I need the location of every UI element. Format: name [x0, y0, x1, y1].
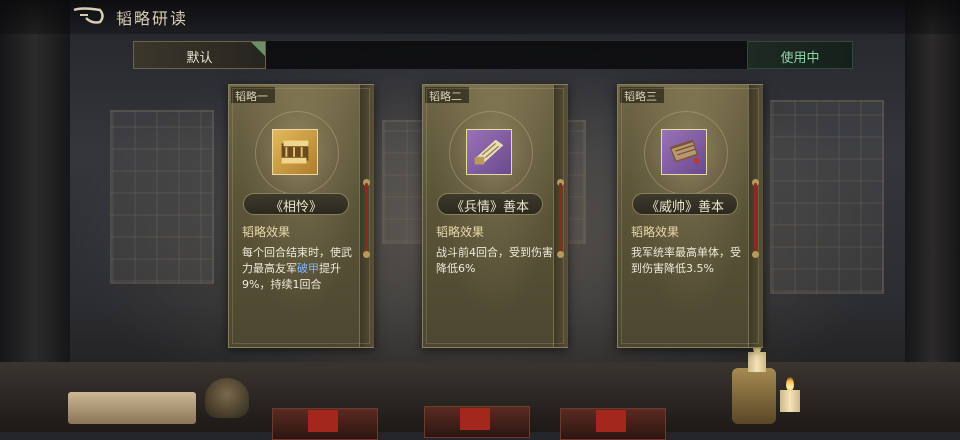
effect-text: 每个回合结束时，使武力最高友军破甲提升9%，持续1回合: [242, 245, 360, 293]
effect-title: 韬略效果: [436, 225, 485, 239]
effect-text: 战斗前4回合，受到伤害降低6%: [436, 246, 553, 275]
card-name: 《威帅》善本: [645, 200, 724, 215]
card-name: 《兵情》善本: [450, 200, 529, 215]
tab-default[interactable]: 默认: [133, 41, 266, 69]
card-side-rail: [748, 85, 763, 347]
scroll-glyph: [281, 140, 309, 164]
card-tag-label: 韬略三: [624, 90, 657, 103]
background-window-right: [770, 100, 884, 294]
candle-flame-right: [786, 377, 794, 391]
scroll-glyph: [474, 139, 504, 165]
selected-check-icon: [251, 42, 265, 56]
card-name-banner: 《兵情》善本: [437, 193, 543, 215]
purple-book-icon: [661, 129, 707, 175]
book-box-tag-3: [596, 410, 626, 432]
strategy-card-2[interactable]: 韬略二 《兵情》善本 韬略效果 战斗前4回合，受到伤害降低6%: [422, 84, 568, 348]
card-tag-label: 韬略一: [235, 90, 268, 103]
in-use-label: 使用中: [780, 51, 820, 66]
effect-keyword-link[interactable]: 破甲: [297, 262, 319, 275]
rail-red-cord: [365, 183, 368, 253]
card-side-rail: [359, 85, 374, 347]
card-tag-label: 韬略二: [429, 90, 462, 103]
incense-burner-decor: [205, 378, 249, 418]
book-box-tag-2: [460, 408, 490, 430]
strategy-card-3[interactable]: 韬略三 《威帅》善本 韬略效果 我军统率最高单体，受到伤害降低3.5%: [617, 84, 763, 348]
card-name: 《相怜》: [269, 200, 322, 215]
rail-red-cord: [754, 183, 757, 253]
bamboo-scroll-decor: [68, 392, 196, 424]
strategy-card-1[interactable]: 韬略一 《相怜》 韬略效果 每个回合结束时，使武力最高友军破甲提升9%，持续1回…: [228, 84, 374, 348]
card-tag: 韬略二: [425, 87, 469, 103]
back-button[interactable]: [72, 6, 106, 26]
candle-right: [780, 390, 800, 412]
card-tag: 韬略三: [620, 87, 664, 103]
card-name-banner: 《威帅》善本: [632, 193, 738, 215]
card-tag: 韬略一: [231, 87, 275, 103]
purple-scroll-icon: [466, 129, 512, 175]
back-arrow-icon: [73, 7, 104, 24]
card-side-rail: [553, 85, 568, 347]
background-window-left: [110, 110, 214, 284]
candle-left: [748, 352, 766, 372]
effect-text: 我军统率最高单体，受到伤害降低3.5%: [631, 246, 741, 275]
rail-knob-bottom: [752, 251, 759, 258]
effect-title: 韬略效果: [631, 225, 680, 239]
rail-red-cord: [559, 183, 562, 253]
strategy-tab-strip: 默认 使用中: [133, 40, 853, 69]
tab-default-label: 默认: [186, 51, 213, 66]
card-name-banner: 《相怜》: [243, 193, 349, 215]
candle-holder-decor: [732, 368, 776, 424]
rail-knob-bottom: [363, 251, 370, 258]
effect-title: 韬略效果: [242, 225, 291, 239]
rail-knob-bottom: [557, 251, 564, 258]
book-box-tag-1: [308, 410, 338, 432]
book-glyph: [669, 139, 700, 164]
gold-scroll-icon: [272, 129, 318, 175]
in-use-button[interactable]: 使用中: [747, 41, 853, 69]
page-title: 韬略研读: [116, 9, 189, 28]
top-bar: 韬略研读: [0, 0, 960, 34]
